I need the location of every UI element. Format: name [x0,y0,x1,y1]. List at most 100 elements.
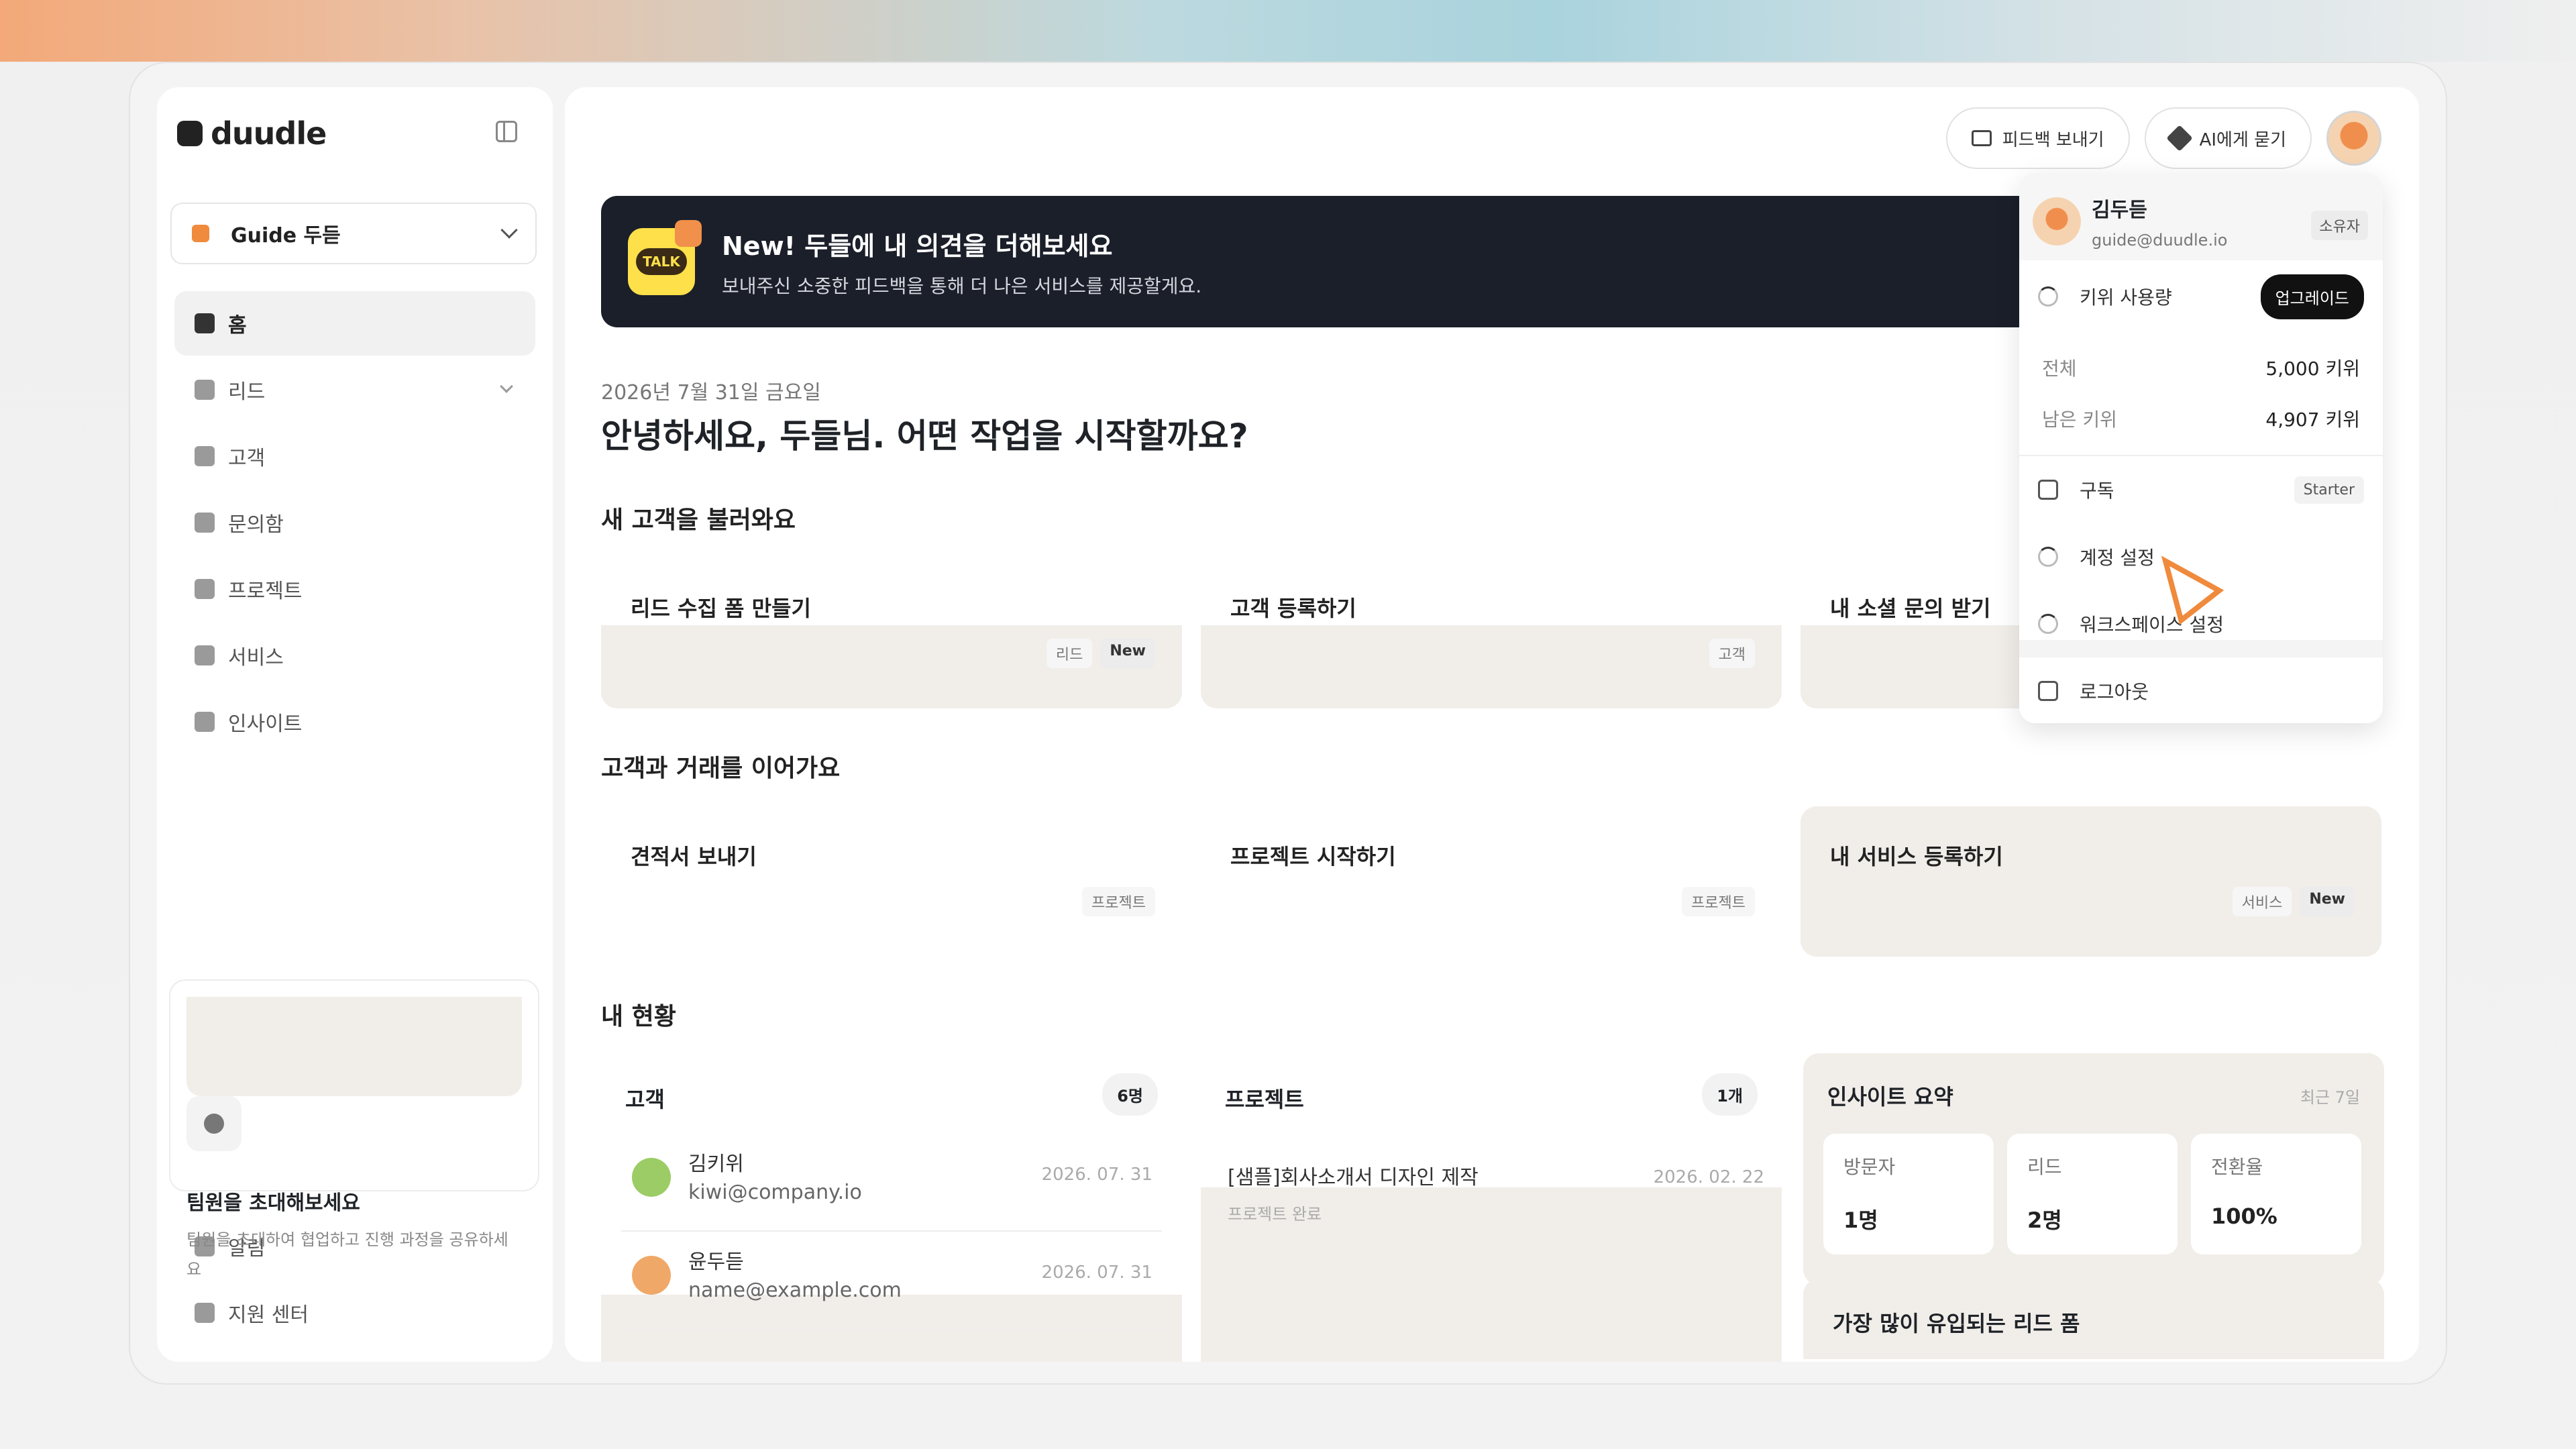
task-tag: 리드 [1046,639,1093,668]
task-tags: 고객 [1709,639,1755,668]
invite-title: 팀원을 초대해보세요 [186,1191,360,1215]
user-icon [195,446,215,466]
insight-summary-card[interactable]: 인사이트 요약 최근 7일 방문자 1명 리드 2명 전환율 100% [1803,1053,2384,1285]
feedback-label: 피드백 보내기 [2002,129,2104,150]
menu-item-subscription[interactable]: 구독 Starter [2038,476,2364,504]
task-card-lead-form[interactable]: 리드 수집 폼 만들기 리드 New [601,558,1182,708]
list-item[interactable]: [샘플]회사소개서 디자인 제작 프로젝트 완료 2026. 02. 22 [1228,1161,1764,1224]
upgrade-button[interactable]: 업그레이드 [2260,274,2364,319]
profile-email: guide@duudle.io [2092,231,2228,250]
sidebar-nav: 홈 리드 고객 문의함 프로젝트 서비스 인사이트 [174,291,535,756]
gear-icon [2038,614,2058,634]
feedback-button[interactable]: 피드백 보내기 [1945,107,2130,169]
invite-card-background [186,997,522,1096]
usage-remaining-label: 남은 키위 [2042,409,2117,431]
page-title: 안녕하세요, 두들님. 어떤 작업을 시작할까요? [601,417,1248,455]
projects-card[interactable]: 프로젝트 1개 [샘플]회사소개서 디자인 제작 프로젝트 완료 2026. 0… [1201,1053,1782,1362]
workspace-selector[interactable]: Guide 두듣 [170,203,537,264]
sidebar: duudle Guide 두듣 홈 리드 고객 문의함 프로젝트 서비스 인사이… [157,87,553,1362]
sidebar-item-inbox[interactable]: 문의함 [174,490,535,555]
customers-card[interactable]: 고객 6명 김키위 kiwi@company.io 2026. 07. 31 윤… [601,1053,1182,1362]
banner-text: New! 두들에 내 의견을 더해보세요 보내주신 소중한 피드백을 통해 더 … [722,225,1201,299]
metric-conversion: 전환율 100% [2191,1134,2361,1254]
menu-item-label: 구독 [2080,480,2114,502]
usage-row: 키위 사용량 업그레이드 [2038,274,2364,319]
bar-chart-icon [195,712,215,732]
metric-value: 100% [2211,1203,2277,1229]
logo-icon [177,121,203,146]
menu-item-label: 로그아웃 [2080,681,2149,703]
task-tag: 고객 [1709,639,1755,668]
table-row[interactable]: 윤두듣 name@example.com 2026. 07. 31 [621,1232,1162,1330]
sidebar-item-leads[interactable]: 리드 [174,358,535,422]
sidebar-item-home[interactable]: 홈 [174,291,535,356]
insight-title: 인사이트 요약 [1827,1084,1953,1110]
chevron-down-icon [500,221,518,239]
task-card-background [1201,625,1782,708]
lead-card-title: 가장 많이 유입되는 리드 폼 [1833,1311,2080,1336]
task-card-send-quote[interactable]: 견적서 보내기 프로젝트 [601,806,1182,957]
logout-icon [2038,681,2058,701]
top-lead-form-card[interactable]: 가장 많이 유입되는 리드 폼 [1803,1279,2384,1359]
metric-leads: 리드 2명 [2007,1134,2178,1254]
sidebar-item-label: 서비스 [228,646,284,669]
task-title: 리드 수집 폼 만들기 [631,596,811,621]
banner-subtitle: 보내주신 소중한 피드백을 통해 더 나은 서비스를 제공할게요. [722,274,1202,297]
sidebar-item-label: 프로젝트 [228,580,303,603]
sidebar-item-insights[interactable]: 인사이트 [174,690,535,754]
usage-label: 키위 사용량 [2080,286,2172,309]
customer-date: 2026. 07. 31 [1041,1165,1152,1185]
sidebar-item-projects[interactable]: 프로젝트 [174,557,535,621]
sidebar-item-label: 지원 센터 [228,1303,309,1327]
sidebar-toggle-icon[interactable] [496,121,517,142]
customers-title: 고객 [625,1087,665,1112]
chat-bubble-icon: TALK [628,220,702,295]
invite-card[interactable]: 팀원을 초대해보세요 팀원을 초대하여 협업하고 진행 과정을 공유하세요 [169,979,539,1279]
task-tags: 프로젝트 [1682,887,1755,916]
tag-icon [195,380,215,400]
sidebar-item-help[interactable]: 지원 센터 [174,1281,535,1345]
background-gradient [0,0,2576,62]
section-title-new: 새 고객을 불러와요 [601,506,796,534]
user-icon [2038,547,2058,567]
menu-item-logout[interactable]: 로그아웃 [2038,678,2364,704]
mail-icon [1971,130,1992,146]
profile-avatar-button[interactable] [2326,111,2381,166]
avatar [632,1158,671,1197]
task-tag: 프로젝트 [1682,887,1755,916]
customer-name: 윤두듣 [688,1250,744,1274]
brand-logo[interactable]: duudle [177,115,327,152]
task-title: 프로젝트 시작하기 [1230,844,1396,869]
customer-name: 김키위 [688,1152,744,1176]
sidebar-item-label: 홈 [228,314,247,337]
insight-metrics: 방문자 1명 리드 2명 전환율 100% [1823,1134,2361,1254]
task-title: 내 서비스 등록하기 [1830,844,2003,869]
usage-total-value: 5,000 키위 [2265,358,2360,380]
menu-item-workspace-settings[interactable]: 워크스페이스 설정 [2038,610,2364,637]
role-badge: 소유자 [2311,211,2368,240]
task-card-register-service[interactable]: 내 서비스 등록하기 서비스 New [1801,806,2381,957]
table-row[interactable]: 김키위 kiwi@company.io 2026. 07. 31 [621,1134,1162,1232]
plan-badge: Starter [2294,476,2364,504]
usage-total-label: 전체 [2042,358,2077,380]
sidebar-item-services[interactable]: 서비스 [174,623,535,688]
profile-name: 김두듣 [2092,199,2147,222]
new-badge: New [1100,639,1155,668]
ask-ai-button[interactable]: AI에게 묻기 [2144,107,2312,169]
help-icon [195,1303,215,1323]
menu-item-label: 계정 설정 [2080,547,2155,569]
task-tags: 리드 New [1046,639,1155,668]
task-card-register-customer[interactable]: 고객 등록하기 고객 [1201,558,1782,708]
task-tags: 서비스 New [2232,887,2355,916]
usage-remaining-value: 4,907 키위 [2265,409,2360,431]
task-card-start-project[interactable]: 프로젝트 시작하기 프로젝트 [1201,806,1782,957]
sidebar-item-label: 고객 [228,447,266,470]
sidebar-item-customers[interactable]: 고객 [174,424,535,488]
chevron-down-icon [500,380,513,393]
metric-value: 2명 [2027,1208,2062,1233]
customer-email: kiwi@company.io [688,1181,862,1204]
divider [2019,640,2383,657]
feedback-banner[interactable]: TALK New! 두들에 내 의견을 더해보세요 보내주신 소중한 피드백을 … [601,196,2066,327]
talk-icon-label: TALK [636,248,687,275]
usage-remaining-row: 남은 키위 4,907 키위 [2042,405,2360,432]
